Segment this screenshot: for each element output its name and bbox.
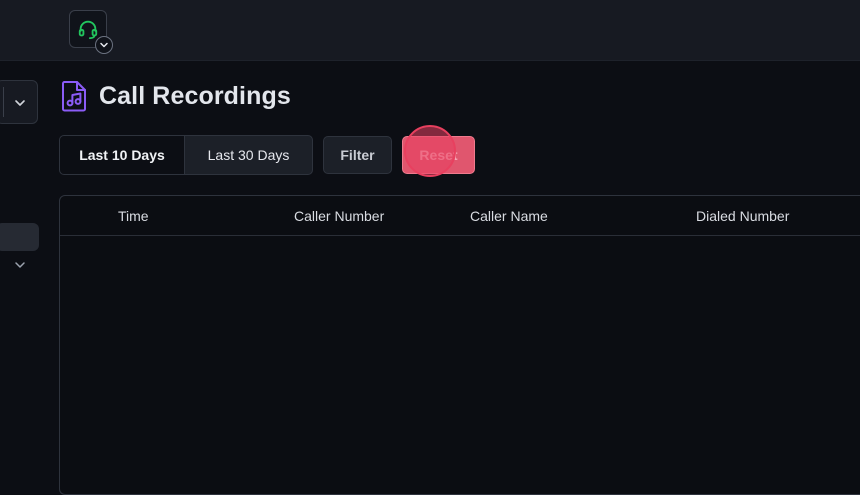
last-10-days-button[interactable]: Last 10 Days [59,135,184,175]
headset-icon [78,20,98,40]
column-header-caller-name[interactable]: Caller Name [470,208,548,224]
column-header-dialed-number[interactable]: Dialed Number [696,208,789,224]
top-bar [0,0,860,61]
table-header: Time Caller Number Caller Name Dialed Nu… [60,196,860,236]
recordings-table: Time Caller Number Caller Name Dialed Nu… [59,195,860,495]
filter-button[interactable]: Filter [323,136,392,174]
audio-file-icon [62,81,86,112]
page-title: Call Recordings [99,82,291,110]
chevron-down-icon[interactable] [13,258,27,272]
reset-button[interactable]: Reset [402,136,475,174]
agent-status-menu-button[interactable] [95,36,113,54]
chevron-down-icon [15,100,25,106]
column-header-time[interactable]: Time [118,208,149,224]
select-divider [3,87,4,117]
column-header-caller-number[interactable]: Caller Number [294,208,384,224]
chevron-down-icon [100,42,108,48]
sidebar-item-active[interactable] [0,223,39,251]
last-30-days-button[interactable]: Last 30 Days [184,135,313,175]
sidebar-select[interactable] [0,80,38,124]
